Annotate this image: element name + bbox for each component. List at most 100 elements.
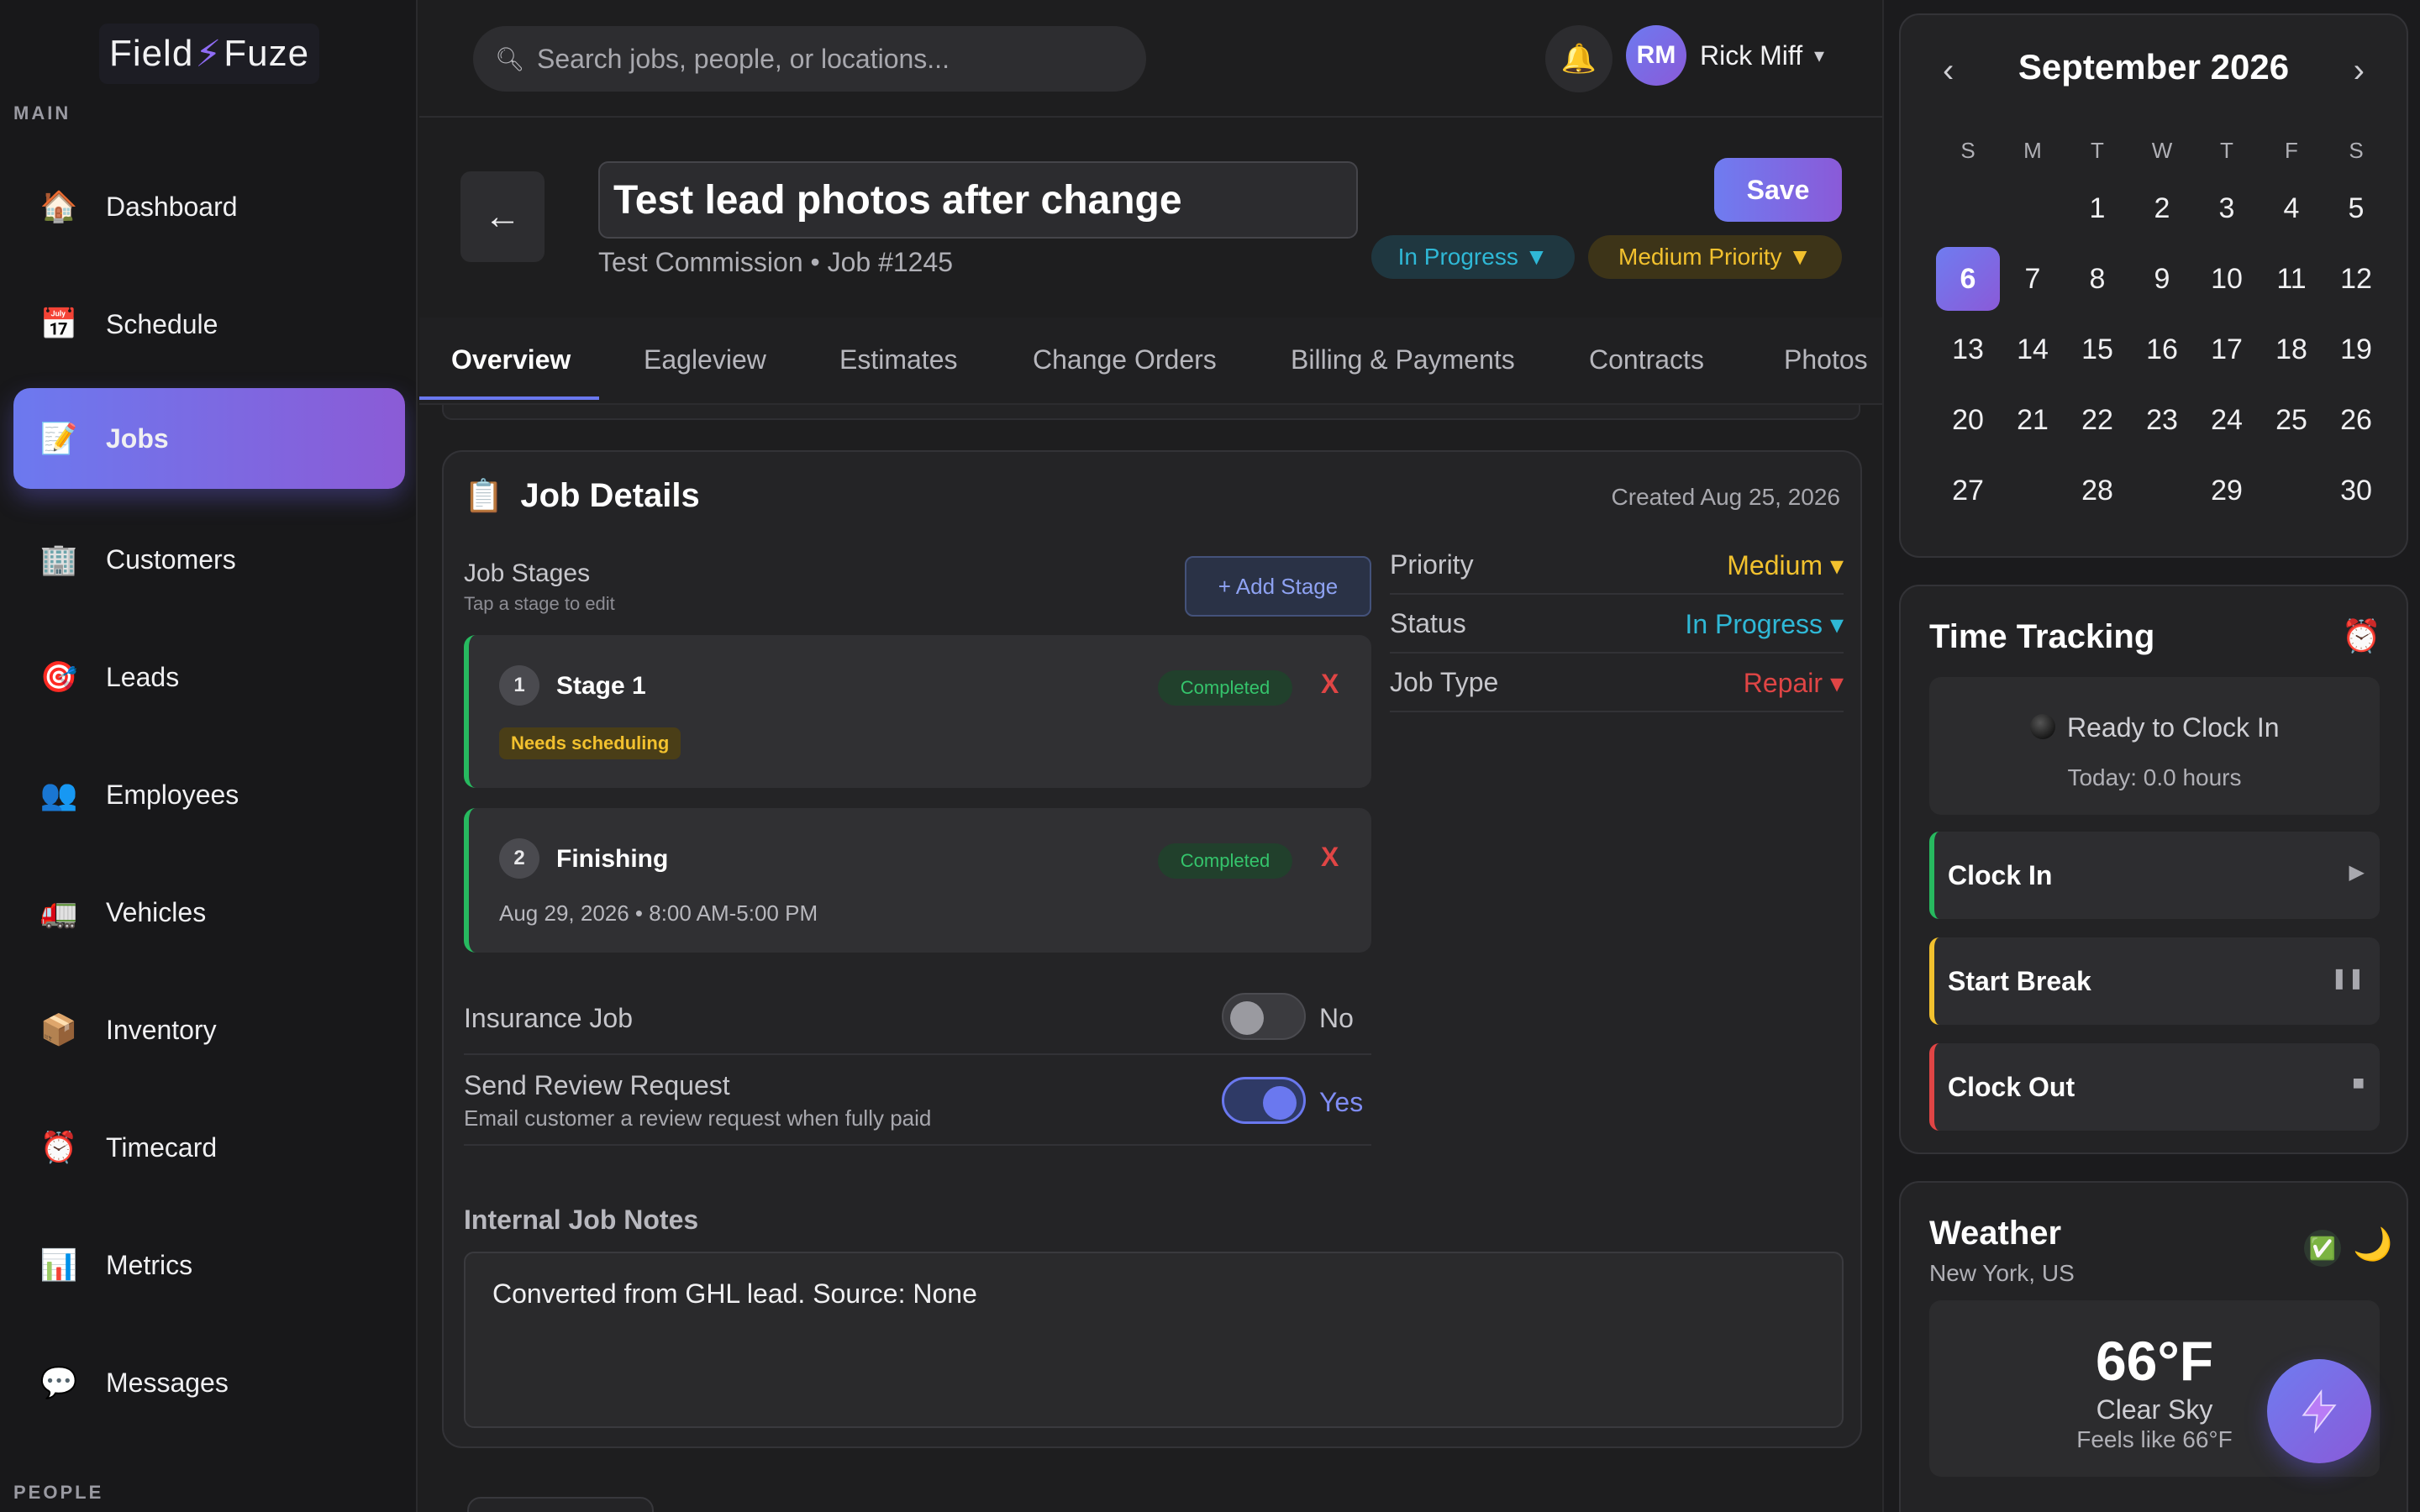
target-icon: 🎯 [39, 659, 78, 694]
stage-number: 2 [499, 838, 539, 879]
calendar-day[interactable]: 30 [2324, 459, 2388, 522]
chevron-right-icon[interactable]: › [2354, 52, 2365, 90]
internal-notes-textarea[interactable]: Converted from GHL lead. Source: None [464, 1252, 1844, 1428]
user-name[interactable]: Rick Miff [1700, 40, 1802, 71]
stage-number: 1 [499, 665, 539, 706]
calendar-day[interactable]: 17 [2195, 318, 2259, 381]
property-dropdown[interactable]: Repair ▾ [1744, 667, 1844, 699]
sidebar-item-label: Customers [106, 543, 236, 575]
package-icon: 📦 [39, 1012, 78, 1047]
calendar-day[interactable]: 10 [2195, 247, 2259, 311]
tab-overview[interactable]: Overview [451, 344, 571, 375]
sidebar-item-leads[interactable]: 🎯 Leads [13, 627, 405, 727]
remove-stage-button[interactable]: X [1321, 669, 1339, 700]
status-dropdown[interactable]: In Progress ▼ [1371, 235, 1575, 279]
search-input[interactable] [537, 43, 1125, 75]
calendar-day[interactable]: 9 [2130, 247, 2194, 311]
tab-contracts[interactable]: Contracts [1589, 344, 1704, 375]
property-row-job-type: Job Type Repair ▾ [1390, 654, 1844, 712]
sidebar-item-vehicles[interactable]: 🚛 Vehicles [13, 862, 405, 963]
review-request-toggle[interactable] [1222, 1077, 1306, 1124]
sidebar-item-customers[interactable]: 🏢 Customers [13, 509, 405, 610]
calendar-day[interactable]: 18 [2260, 318, 2323, 381]
remove-stage-button[interactable]: X [1321, 842, 1339, 873]
sidebar-item-label: Schedule [106, 308, 218, 339]
job-stages-label: Job Stages [464, 559, 591, 587]
calendar-day[interactable]: 28 [2065, 459, 2129, 522]
clock-out-button[interactable]: Clock Out ■ [1929, 1043, 2380, 1131]
sidebar-item-messages[interactable]: 💬 Messages [13, 1332, 405, 1433]
notification-bell-icon[interactable]: 🔔 [1545, 25, 1612, 92]
property-dropdown[interactable]: Medium ▾ [1727, 549, 1844, 581]
clock-in-button[interactable]: Clock In ▶ [1929, 832, 2380, 919]
stage-card[interactable]: 1 Stage 1 Completed X Needs scheduling [464, 635, 1371, 788]
stage-card[interactable]: 2 Finishing Completed X Aug 29, 2026 • 8… [464, 808, 1371, 953]
stage-status-badge: Completed [1158, 843, 1292, 879]
sidebar-item-dashboard[interactable]: 🏠 Dashboard [13, 156, 405, 257]
calendar-day[interactable]: 23 [2130, 388, 2194, 452]
weekday-header: F [2285, 138, 2298, 163]
sidebar-item-inventory[interactable]: 📦 Inventory [13, 979, 405, 1080]
tab-photos[interactable]: Photos [1784, 344, 1868, 375]
people-icon: 👥 [39, 777, 78, 811]
add-stage-button[interactable]: + Add Stage [1185, 556, 1371, 617]
calendar-day[interactable]: 20 [1936, 388, 2000, 452]
calendar-day[interactable]: 19 [2324, 318, 2388, 381]
insurance-job-toggle[interactable] [1222, 993, 1306, 1040]
alarm-clock-icon: ⏰ [2341, 619, 2381, 654]
created-date: Created Aug 25, 2026 [1611, 484, 1840, 510]
job-title-input[interactable]: Test lead photos after change [598, 161, 1358, 239]
alarm-clock-icon: ⏰ [39, 1130, 78, 1164]
calendar-day[interactable]: 22 [2065, 388, 2129, 452]
assistant-fab-button[interactable] [2267, 1359, 2371, 1463]
calendar-day[interactable]: 26 [2324, 388, 2388, 452]
sidebar-item-jobs[interactable]: 📝 Jobs [13, 388, 405, 489]
calendar-day[interactable]: 29 [2195, 459, 2259, 522]
back-button[interactable]: ← [460, 171, 544, 262]
tab-billing-payments[interactable]: Billing & Payments [1291, 344, 1515, 375]
sidebar-item-employees[interactable]: 👥 Employees [13, 744, 405, 845]
start-break-button[interactable]: Start Break ❚❚ [1929, 937, 2380, 1025]
calendar-day[interactable]: 21 [2001, 388, 2065, 452]
calendar-day[interactable]: 25 [2260, 388, 2323, 452]
weekday-header: S [1960, 138, 1975, 163]
calendar-day[interactable]: 7 [2001, 247, 2065, 311]
tab-change-orders[interactable]: Change Orders [1033, 344, 1217, 375]
priority-dropdown[interactable]: Medium Priority ▼ [1588, 235, 1842, 279]
calendar-day[interactable]: 15 [2065, 318, 2129, 381]
calendar-day[interactable]: 11 [2260, 247, 2323, 311]
active-tab-indicator [419, 396, 599, 400]
search-bar[interactable]: 🔍︎ [473, 26, 1146, 92]
weather-widget: Weather New York, US ✅ 🌙 66°F Clear Sky … [1899, 1181, 2408, 1512]
calendar-day[interactable]: 14 [2001, 318, 2065, 381]
user-avatar[interactable]: RM [1626, 25, 1686, 86]
calendar-day[interactable]: 12 [2324, 247, 2388, 311]
crescent-moon-icon: 🌙 [2353, 1227, 2393, 1263]
property-label: Job Type [1390, 667, 1499, 697]
calendar-day[interactable]: 4 [2260, 176, 2323, 240]
calendar-day[interactable]: 2 [2130, 176, 2194, 240]
weather-title: Weather [1929, 1215, 2062, 1252]
tab-eagleview[interactable]: Eagleview [644, 344, 766, 375]
calendar-day[interactable]: 8 [2065, 247, 2129, 311]
sidebar-item-metrics[interactable]: 📊 Metrics [13, 1215, 405, 1315]
tab-estimates[interactable]: Estimates [839, 344, 957, 375]
calendar-day[interactable]: 1 [2065, 176, 2129, 240]
sidebar-item-timecard[interactable]: ⏰ Timecard [13, 1097, 405, 1198]
save-button[interactable]: Save [1714, 158, 1842, 222]
calendar-day[interactable]: 24 [2195, 388, 2259, 452]
calendar-day[interactable]: 16 [2130, 318, 2194, 381]
property-dropdown[interactable]: In Progress ▾ [1685, 608, 1844, 640]
sidebar-item-schedule[interactable]: 📅 Schedule [13, 274, 405, 375]
job-details-card: 📋 Job Details Created Aug 25, 2026 Job S… [442, 450, 1862, 1448]
user-menu-caret-icon[interactable]: ▾ [1814, 44, 1824, 68]
sidebar-item-label: Employees [106, 779, 239, 810]
insurance-job-value: No [1319, 1003, 1354, 1033]
calendar-day[interactable]: 3 [2195, 176, 2259, 240]
calendar-day[interactable]: 5 [2324, 176, 2388, 240]
internal-notes-label: Internal Job Notes [464, 1205, 699, 1235]
calendar-day[interactable]: 13 [1936, 318, 2000, 381]
calendar-day-selected[interactable]: 6 [1936, 247, 2000, 311]
fieldfuze-logo[interactable]: Field ⚡ Fuze [99, 24, 319, 84]
calendar-day[interactable]: 27 [1936, 459, 2000, 522]
